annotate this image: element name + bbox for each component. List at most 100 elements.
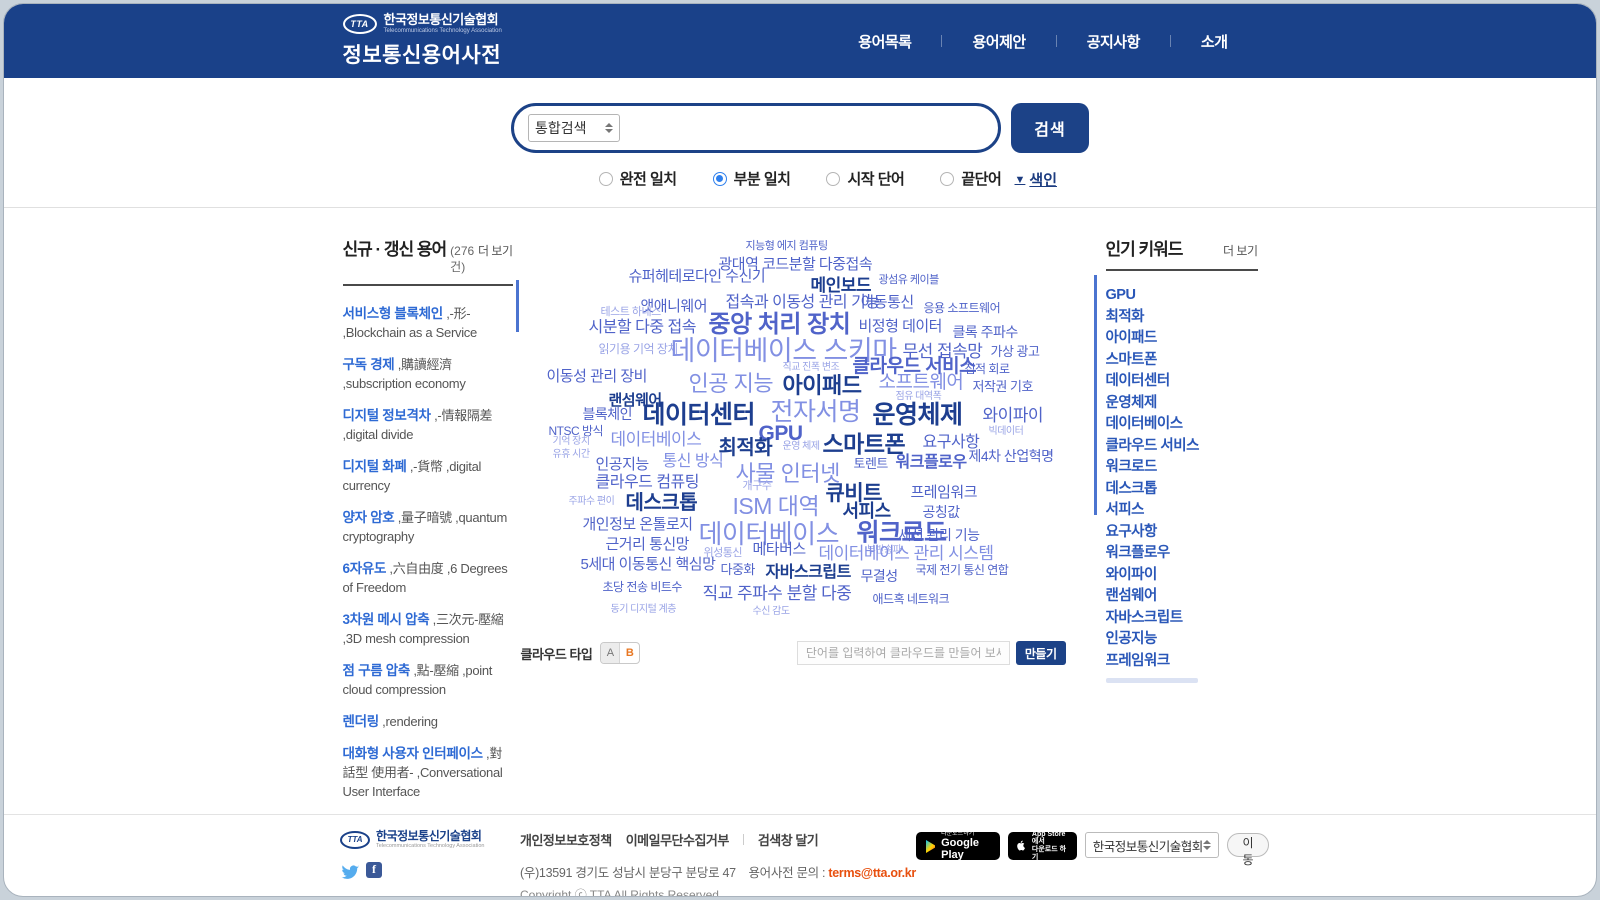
popular-keyword-link[interactable]: 와이파이: [1106, 565, 1258, 587]
popular-keyword-link[interactable]: 운영체제: [1106, 393, 1258, 415]
cloud-word[interactable]: 5세대 이동통신 핵심망: [581, 557, 716, 572]
cloud-type-a-button[interactable]: A: [601, 643, 620, 663]
cloud-word[interactable]: 제4차 산업혁명: [969, 449, 1054, 463]
popular-keyword-link[interactable]: 스마트폰: [1106, 350, 1258, 372]
app-store-badge[interactable]: App Store에서 다운로드 하기: [1008, 832, 1077, 860]
cloud-word[interactable]: 가상 광고: [991, 345, 1040, 358]
cloud-word[interactable]: 시분할 다중 접속: [589, 320, 696, 336]
nav-item-3[interactable]: 공지사항: [1057, 31, 1170, 52]
cloud-word[interactable]: 동기 디지털 계층: [611, 605, 676, 615]
cloud-word[interactable]: 중앙 처리 장치: [709, 313, 851, 337]
cloud-word[interactable]: 애드혹 네트워크: [873, 593, 950, 605]
cloud-word[interactable]: 유휴 시간: [553, 450, 590, 460]
popular-keyword-link[interactable]: 자바스크립트: [1106, 608, 1258, 630]
match-option-3[interactable]: 시작 단어: [826, 168, 904, 189]
popular-keyword-link[interactable]: 최적화: [1106, 307, 1258, 329]
cloud-word[interactable]: 운영 체제: [783, 442, 820, 452]
cloud-word[interactable]: 최적화: [719, 438, 773, 458]
twitter-icon[interactable]: [340, 862, 359, 886]
cloud-word[interactable]: 근거리 통신망: [606, 537, 689, 552]
cloud-word[interactable]: 데이터베이스 관리 시스템: [819, 545, 994, 562]
cloud-word[interactable]: 공칭값: [923, 505, 960, 519]
cloud-word[interactable]: 다중화: [721, 563, 755, 576]
cloud-word[interactable]: 무결성: [861, 569, 898, 583]
cloud-word[interactable]: 스마트폰: [823, 433, 906, 456]
cloud-word[interactable]: 읽기용 기억 장치: [599, 343, 678, 355]
privacy-policy-link[interactable]: 개인정보보호정책: [520, 830, 612, 849]
cloud-word[interactable]: 통신 방식: [663, 454, 724, 470]
cloud-word[interactable]: 메타버스: [753, 542, 806, 557]
cloud-word[interactable]: 접속과 이동성 관리 기능: [726, 295, 880, 311]
cloud-word[interactable]: 집적 회로: [965, 363, 1010, 375]
cloud-word[interactable]: 테스트 하네스: [601, 307, 661, 318]
nav-item-4[interactable]: 소개: [1171, 31, 1258, 52]
cloud-word[interactable]: 프레임워크: [911, 485, 978, 500]
cloud-word[interactable]: 인공지능: [596, 457, 649, 472]
cloud-word[interactable]: 클록 주파수: [953, 325, 1018, 339]
cloud-word[interactable]: 워크플로우: [896, 455, 967, 471]
new-terms-more-link[interactable]: 더 보기: [478, 242, 512, 259]
cloud-word[interactable]: 개구수: [743, 481, 772, 492]
popular-keyword-link[interactable]: 인공지능: [1106, 629, 1258, 651]
cloud-word[interactable]: 수신 감도: [753, 607, 790, 617]
cloud-word[interactable]: 기억 장치: [553, 437, 590, 447]
match-option-4[interactable]: 끝단어: [940, 168, 1001, 189]
cloud-word[interactable]: 빅데이터: [989, 427, 1024, 437]
cloud-word-input[interactable]: [797, 641, 1010, 665]
popular-keyword-link[interactable]: 데이터베이스: [1106, 414, 1258, 436]
new-term-link[interactable]: 점 구름 압축: [343, 663, 411, 678]
popular-keyword-link[interactable]: 데이터센터: [1106, 371, 1258, 393]
search-input[interactable]: [630, 113, 984, 143]
cloud-type-b-button[interactable]: B: [620, 643, 639, 663]
cloud-word[interactable]: 세션 관리 기능: [899, 528, 980, 542]
cloud-word[interactable]: 아이패드: [783, 375, 862, 397]
new-term-link[interactable]: 렌더링: [343, 714, 379, 729]
email-refusal-link[interactable]: 이메일무단수집거부: [626, 830, 729, 849]
cloud-word[interactable]: 이동통신: [861, 295, 914, 310]
new-term-link[interactable]: 구독 경제: [343, 357, 395, 372]
popular-keyword-link[interactable]: 워크로드: [1106, 457, 1258, 479]
site-title[interactable]: 정보통신용어사전: [343, 39, 502, 69]
cloud-word[interactable]: 직교 주파수 분할 다중: [703, 585, 852, 602]
new-term-link[interactable]: 서비스형 블록체인: [343, 306, 443, 321]
popular-keyword-link[interactable]: 데스크톱: [1106, 479, 1258, 501]
cloud-word[interactable]: 운영체제: [873, 403, 963, 428]
cloud-word[interactable]: ISM 대역: [733, 495, 820, 518]
popular-keyword-link[interactable]: GPU: [1106, 285, 1258, 307]
search-button[interactable]: 검색: [1011, 103, 1089, 153]
popular-keyword-link[interactable]: 클라우드 서비스: [1106, 436, 1258, 458]
index-link[interactable]: ▼ 색인: [1015, 169, 1058, 190]
cloud-word[interactable]: 국제 전기 통신 연합: [916, 564, 1009, 576]
radio-icon[interactable]: [826, 172, 840, 186]
search-scope-select[interactable]: 통합검색: [528, 114, 620, 142]
cloud-word[interactable]: 메인보드: [811, 277, 872, 294]
contact-email-link[interactable]: terms@tta.or.kr: [828, 866, 916, 880]
cloud-word[interactable]: 저작권 기호: [973, 380, 1033, 393]
match-option-2[interactable]: 부분 일치: [713, 168, 791, 189]
new-term-link[interactable]: 6자유도: [343, 561, 387, 576]
cloud-word[interactable]: 와이파이: [983, 407, 1044, 424]
popular-scrollbar[interactable]: [1094, 275, 1097, 515]
popular-more-link[interactable]: 더 보기: [1223, 242, 1257, 259]
popular-keyword-link[interactable]: 워크플로우: [1106, 543, 1258, 565]
go-button[interactable]: 이동: [1227, 833, 1269, 857]
new-term-link[interactable]: 양자 암호: [343, 510, 395, 525]
cloud-word[interactable]: 슈퍼헤테로다인 수신기: [629, 269, 766, 284]
cloud-word[interactable]: 클라우드 컴퓨팅: [596, 475, 700, 491]
nav-item-1[interactable]: 용어목록: [828, 31, 941, 52]
new-term-link[interactable]: 디지털 정보격차: [343, 408, 431, 423]
google-play-badge[interactable]: 다운로드하기 Google Play: [916, 832, 1000, 860]
cloud-word[interactable]: 응용 소프트웨어: [924, 302, 1001, 314]
cloud-word[interactable]: 주파수 편이: [569, 497, 615, 507]
cloud-word[interactable]: 개인정보 온톨로지: [583, 517, 693, 532]
search-widget-link[interactable]: 검색창 달기: [758, 830, 818, 849]
popular-keyword-link[interactable]: 요구사항: [1106, 522, 1258, 544]
cloud-word[interactable]: 초당 전송 비트수: [603, 581, 682, 593]
cloud-word[interactable]: 데스크톱: [626, 493, 698, 513]
popular-keyword-link[interactable]: 아이패드: [1106, 328, 1258, 350]
new-terms-scrollbar[interactable]: [516, 280, 519, 332]
radio-icon[interactable]: [599, 172, 613, 186]
cloud-word[interactable]: 서피스: [843, 502, 891, 520]
cloud-word[interactable]: 직교 진폭 변조: [783, 363, 840, 373]
cloud-word[interactable]: 인공 지능: [689, 373, 774, 395]
